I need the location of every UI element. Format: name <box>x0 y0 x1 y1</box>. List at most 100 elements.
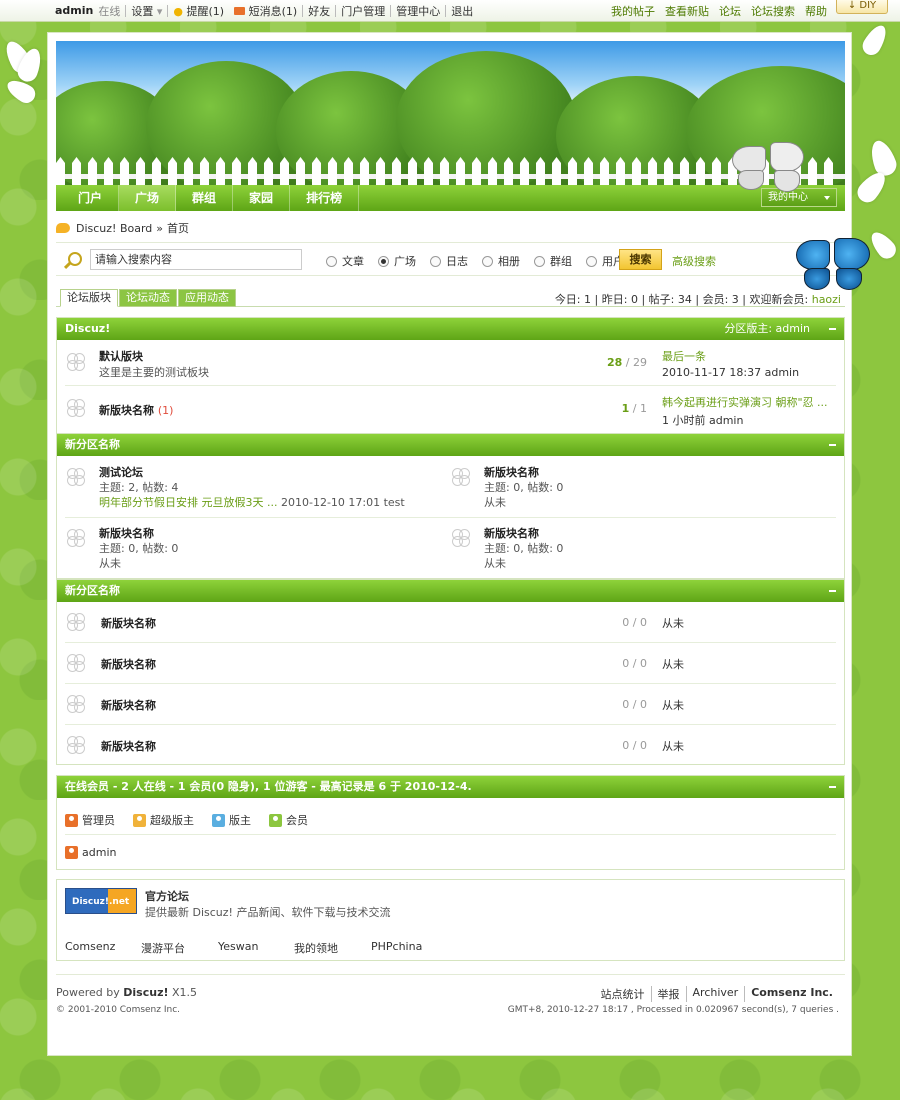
link-item[interactable]: Comsenz <box>65 940 141 956</box>
view-new-link[interactable]: 查看新贴 <box>660 3 714 19</box>
diy-button[interactable]: ↓ DIY <box>836 0 888 14</box>
radio-label: 广场 <box>394 255 416 268</box>
radio-button-selected[interactable] <box>378 255 389 267</box>
moderator-user-icon <box>212 813 225 827</box>
forum-name[interactable]: 测试论坛 <box>99 464 143 480</box>
category-section: 新分区名称 新版块名称 0 / 0 从未 新版块名称 0 / 0 从未 新版块名… <box>56 579 845 765</box>
product-link[interactable]: Discuz! <box>123 986 168 999</box>
my-posts-link[interactable]: 我的帖子 <box>606 3 660 19</box>
category-title[interactable]: 新分区名称 <box>65 584 120 597</box>
official-forum-title[interactable]: 官方论坛 <box>145 888 189 904</box>
reminders-label: 提醒(1) <box>186 4 225 18</box>
last-post-link[interactable]: 明年部分节假日安排 元旦放假3天 ... <box>99 496 277 509</box>
search-button[interactable]: 搜索 <box>619 249 662 270</box>
collapse-icon[interactable] <box>829 786 836 788</box>
discuz-logo[interactable]: Discuz!.net <box>65 888 137 914</box>
report-link[interactable]: 举报 <box>652 986 687 1002</box>
search-input[interactable]: 请输入搜索内容 <box>90 249 302 270</box>
header-banner <box>56 41 845 187</box>
fence-picket <box>360 157 369 187</box>
forum-name: 新版块名称 (1) <box>99 402 173 418</box>
collapse-icon[interactable] <box>829 590 836 592</box>
forum-link[interactable]: 论坛 <box>714 3 746 19</box>
stat-yesterday-label: 昨日: <box>601 293 628 306</box>
forum-row: 新版块名称 0 / 0 从未 <box>65 725 836 766</box>
last-post-meta: 从未 <box>662 699 684 712</box>
search-type-article[interactable]: 文章 <box>326 253 364 269</box>
forum-counts: 0 / 0 <box>622 616 647 629</box>
admin-center-link[interactable]: 管理中心 <box>391 3 445 19</box>
footer-divider <box>56 974 845 975</box>
forum-name[interactable]: 新版块名称 <box>101 697 156 713</box>
new-member-link[interactable]: haozi <box>812 293 841 306</box>
forum-name-link[interactable]: 新版块名称 <box>99 404 154 417</box>
post-count: 0 <box>640 616 647 629</box>
link-item[interactable]: 我的领地 <box>294 940 371 956</box>
radio-button[interactable] <box>326 255 337 267</box>
logout-link[interactable]: 退出 <box>446 3 478 19</box>
last-post-link[interactable]: 最后一条 <box>662 348 799 364</box>
speech-bubble-icon <box>56 223 70 233</box>
link-item[interactable]: Yeswan <box>218 940 294 956</box>
forum-name[interactable]: 新版块名称 <box>101 656 156 672</box>
portal-admin-link[interactable]: 门户管理 <box>336 3 390 19</box>
category-section: Discuz! 分区版主: admin 默认版块 这里是主要的测试板块 28 /… <box>56 317 845 434</box>
radio-button[interactable] <box>482 255 493 267</box>
radio-button[interactable] <box>586 255 597 267</box>
collapse-icon[interactable] <box>829 444 836 446</box>
comsenz-link[interactable]: Comsenz Inc. <box>745 986 839 1002</box>
forum-counts: 主题: 0, 帖数: 0 <box>99 542 179 555</box>
envelope-icon <box>234 6 246 15</box>
search-type-blog[interactable]: 日志 <box>430 253 468 269</box>
friends-link[interactable]: 好友 <box>303 3 335 19</box>
last-post-meta: 从未 <box>99 557 121 570</box>
tab-app-activity[interactable]: 应用动态 <box>178 289 236 307</box>
search-type-album[interactable]: 相册 <box>482 253 520 269</box>
category-header: 新分区名称 <box>57 580 844 602</box>
nav-groups[interactable]: 群组 <box>176 185 234 211</box>
site-stats-link[interactable]: 站点统计 <box>595 986 652 1002</box>
advanced-search-link[interactable]: 高级搜索 <box>672 253 716 269</box>
help-link[interactable]: 帮助 <box>800 3 832 19</box>
archiver-link[interactable]: Archiver <box>687 986 746 1002</box>
link-item[interactable]: PHPchina <box>371 940 422 956</box>
nav-square[interactable]: 广场 <box>119 185 177 211</box>
forum-counts: 0 / 0 <box>622 657 647 670</box>
nav-portal[interactable]: 门户 <box>62 185 120 211</box>
powered-by: Powered by Discuz! X1.5 <box>56 986 197 999</box>
tab-forum-activity[interactable]: 论坛动态 <box>119 289 177 307</box>
fence-picket <box>392 157 401 187</box>
fence-picket <box>472 157 481 187</box>
online-user[interactable]: admin <box>65 846 116 859</box>
tab-forum-boards[interactable]: 论坛版块 <box>60 289 118 307</box>
messages-link[interactable]: 短消息(1) <box>229 3 302 19</box>
last-post-link[interactable]: 韩今起再进行实弹演习 朝称"忍 ... <box>662 394 828 410</box>
username-link[interactable]: admin <box>50 4 98 17</box>
fence-picket <box>104 157 113 187</box>
nav-home[interactable]: 家园 <box>233 185 291 211</box>
forum-name[interactable]: 默认版块 <box>99 348 143 364</box>
fence-picket <box>168 157 177 187</box>
search-type-square[interactable]: 广场 <box>378 253 416 269</box>
reminders-link[interactable]: ● 提醒(1) <box>168 3 229 19</box>
radio-button[interactable] <box>534 255 545 267</box>
forum-name[interactable]: 新版块名称 <box>101 615 156 631</box>
radio-label: 日志 <box>446 255 468 268</box>
category-title[interactable]: Discuz! <box>65 322 110 335</box>
forum-name[interactable]: 新版块名称 <box>101 738 156 754</box>
forum-search-link[interactable]: 论坛搜索 <box>746 3 800 19</box>
collapse-icon[interactable] <box>829 328 836 330</box>
forum-name[interactable]: 新版块名称 <box>484 464 539 480</box>
online-username[interactable]: admin <box>82 846 116 859</box>
category-title[interactable]: 新分区名称 <box>65 438 120 451</box>
radio-button[interactable] <box>430 255 441 267</box>
nav-ranking[interactable]: 排行榜 <box>290 185 360 211</box>
forum-name[interactable]: 新版块名称 <box>99 525 154 541</box>
breadcrumb-site[interactable]: Discuz! Board <box>76 222 152 235</box>
link-item[interactable]: 漫游平台 <box>141 940 218 956</box>
forum-name[interactable]: 新版块名称 <box>484 525 539 541</box>
friend-links-section: Discuz!.net 官方论坛 提供最新 Discuz! 产品新闻、软件下载与… <box>56 879 845 961</box>
settings-label: 设置 <box>131 4 154 18</box>
settings-menu[interactable]: 设置 ▾ <box>126 3 167 19</box>
search-type-group[interactable]: 群组 <box>534 253 572 269</box>
